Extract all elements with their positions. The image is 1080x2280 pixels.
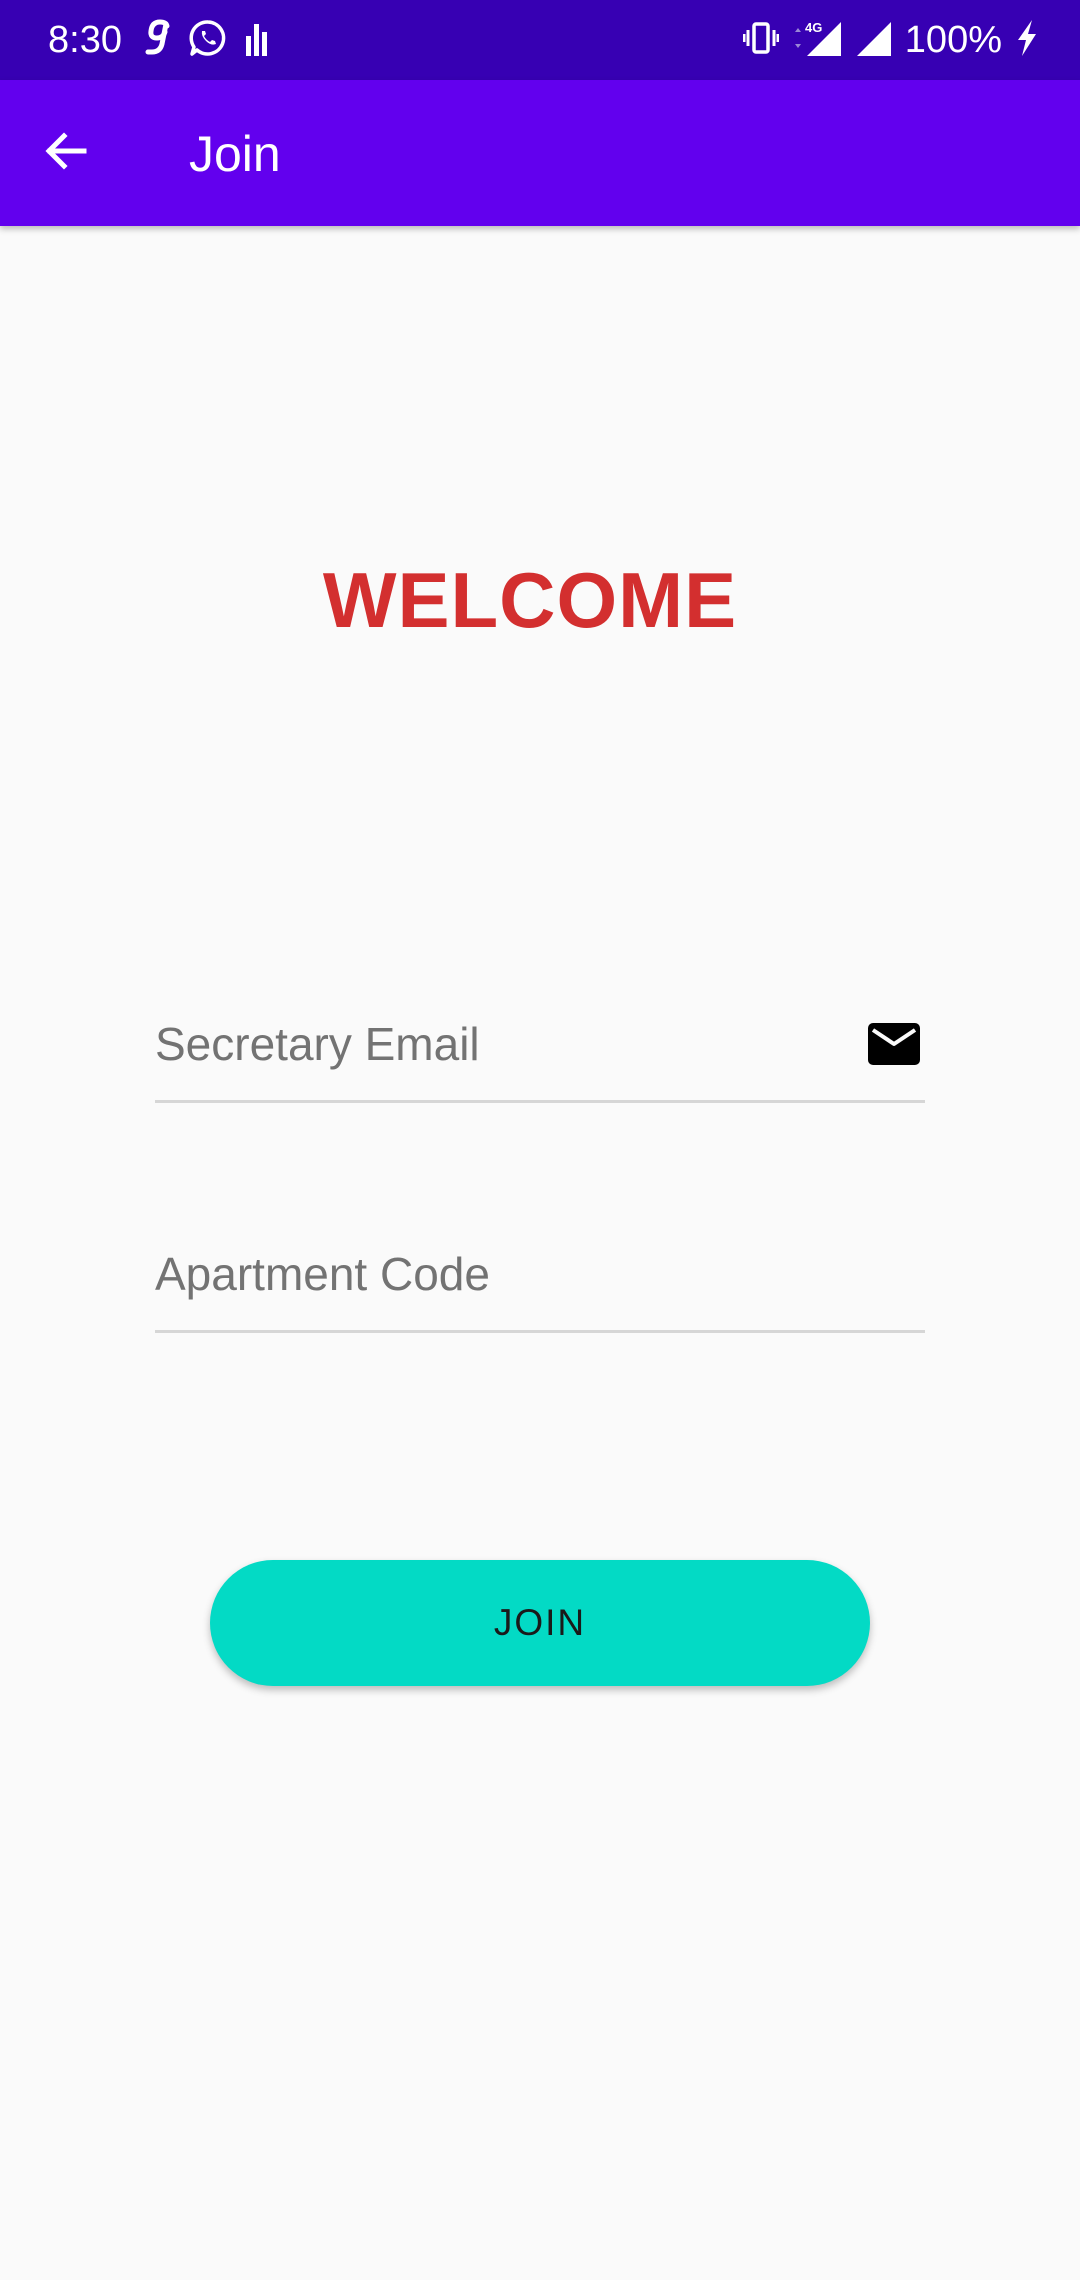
apartment-code-field-container — [155, 1226, 925, 1333]
mail-icon — [867, 1022, 921, 1066]
page-title: Join — [189, 126, 281, 182]
app-bar: Join — [0, 80, 1080, 226]
charging-icon — [1014, 18, 1040, 63]
welcome-heading: WELCOME — [322, 556, 738, 644]
status-time: 8:30 — [48, 19, 122, 61]
battery-percent: 100% — [904, 19, 1002, 61]
whatsapp-icon — [188, 18, 228, 63]
vibrate-icon — [742, 18, 780, 63]
apartment-code-field[interactable] — [155, 1226, 795, 1322]
g-icon — [144, 18, 174, 63]
bar-chart-icon — [242, 18, 272, 63]
join-button[interactable]: JOIN — [210, 1560, 870, 1686]
back-button[interactable] — [30, 117, 102, 189]
signal-icon — [855, 18, 893, 63]
arrow-back-icon — [42, 127, 90, 180]
status-system-icons: 4G 100% — [742, 16, 1040, 64]
status-bar: 8:30 4G 100% — [0, 0, 1080, 80]
email-field[interactable] — [155, 996, 795, 1092]
network-type-label: 4G — [805, 20, 822, 35]
join-button-label: JOIN — [493, 1602, 587, 1643]
email-field-container — [155, 996, 925, 1103]
status-notification-icons — [144, 18, 272, 62]
signal-4g-icon: 4G — [791, 18, 843, 63]
